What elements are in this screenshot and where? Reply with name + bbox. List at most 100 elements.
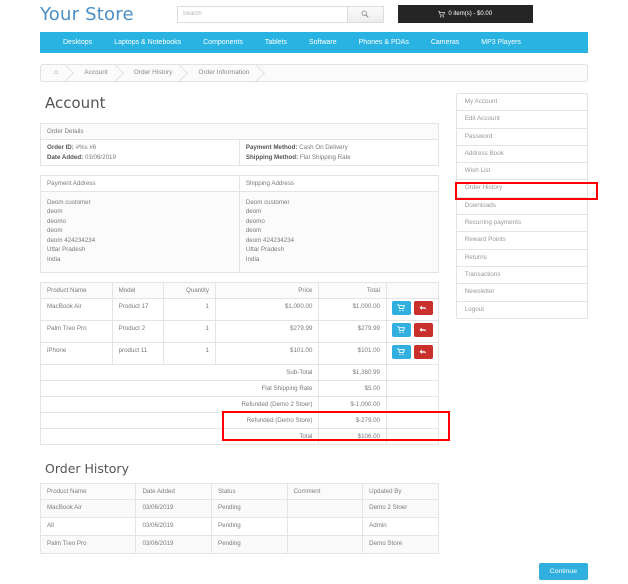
sidebar-item-label[interactable]: Edit Account bbox=[457, 111, 587, 127]
reorder-button[interactable] bbox=[391, 322, 411, 337]
sidebar-item-label[interactable]: Wish List bbox=[457, 163, 587, 179]
total-value: $-279.00 bbox=[318, 411, 387, 429]
shipping-address-line: deom bbox=[245, 227, 262, 235]
breadcrumb-home[interactable]: ⌂ bbox=[41, 64, 71, 82]
order-history-header-row: Product Name Date Added Status Comment U… bbox=[39, 482, 439, 500]
nav-item-tablets[interactable]: Tablets bbox=[254, 32, 298, 53]
reorder-button[interactable] bbox=[391, 344, 411, 359]
sidebar-item-logout[interactable]: Logout bbox=[456, 302, 587, 319]
search-input[interactable] bbox=[176, 5, 347, 23]
sidebar-item-returns[interactable]: Returns bbox=[456, 250, 587, 267]
col-hist-updated-by: Updated By bbox=[362, 482, 439, 500]
payment-address-line: deom bbox=[47, 227, 63, 235]
sidebar-item-label[interactable]: Logout bbox=[457, 302, 587, 318]
sidebar-item-password[interactable]: Password bbox=[456, 129, 587, 146]
total-label: Sub-Total bbox=[215, 363, 320, 381]
page-body: Account Order Details Order ID: #%s #6 D… bbox=[39, 82, 598, 554]
total-label: Flat Shipping Rate bbox=[215, 379, 320, 397]
total-label: Refunded (Demo Store) bbox=[215, 411, 320, 429]
col-actions bbox=[386, 281, 439, 299]
shipping-method-value: Flat Shipping Rate bbox=[299, 154, 351, 161]
sidebar-item-downloads[interactable]: Downloads bbox=[456, 198, 587, 216]
reorder-button[interactable] bbox=[391, 300, 411, 315]
return-button[interactable] bbox=[413, 300, 433, 315]
product-actions-cell bbox=[386, 297, 439, 321]
sidebar-item-label[interactable]: Transactions bbox=[457, 267, 587, 283]
shipping-address-line: India bbox=[245, 255, 260, 263]
sidebar-item-label[interactable]: Address Book bbox=[457, 146, 587, 162]
nav-item-laptops-notebooks[interactable]: Laptops & Notebooks bbox=[103, 32, 192, 53]
sidebar-item-label[interactable]: Reward Points bbox=[457, 232, 587, 248]
page-title: Account bbox=[45, 94, 106, 112]
continue-button[interactable]: Continue bbox=[538, 562, 588, 580]
products-table: Product Name Model Quantity Price Total … bbox=[40, 281, 439, 445]
return-button[interactable] bbox=[413, 344, 433, 359]
totals-row-total: Total $106.00 bbox=[40, 427, 439, 445]
sidebar-item-reward-points[interactable]: Reward Points bbox=[456, 232, 587, 250]
cart-icon bbox=[397, 348, 406, 356]
payment-address-line: deom bbox=[47, 208, 63, 216]
col-quantity: Quantity bbox=[163, 281, 216, 299]
product-price-cell: $279.99 bbox=[214, 319, 320, 343]
hist-date-cell: 03/06/2019 bbox=[135, 498, 212, 518]
sidebar-item-wish-list[interactable]: Wish List bbox=[456, 163, 587, 181]
hist-updated-by-cell: Demo Store bbox=[362, 534, 439, 554]
payment-method-label: Payment Method: bbox=[245, 144, 298, 151]
site-header: Your Store 0 item(s) - $0.00 bbox=[0, 0, 628, 28]
order-details-body-row: Order ID: #%s #6 Date Added: 03/06/2019 … bbox=[40, 139, 439, 166]
sidebar-item-label[interactable]: Newsletter bbox=[457, 284, 587, 300]
totals-row-refund-demo-2-stoer: Refunded (Demo 2 Stoer) $-1,000.00 bbox=[40, 395, 439, 413]
product-model-cell: Product 17 bbox=[111, 297, 165, 321]
order-id-label: Order ID: bbox=[47, 144, 74, 151]
sidebar-item-label[interactable]: Order History bbox=[457, 180, 587, 196]
sidebar-item-newsletter[interactable]: Newsletter bbox=[456, 284, 587, 302]
sidebar-item-address-book[interactable]: Address Book bbox=[456, 146, 587, 164]
products-header-row: Product Name Model Quantity Price Total bbox=[40, 281, 439, 299]
sidebar-item-order-history[interactable]: Order History bbox=[456, 180, 587, 198]
col-product-name: Product Name bbox=[40, 281, 113, 299]
nav-item-phones-pdas[interactable]: Phones & PDAs bbox=[348, 32, 420, 53]
return-arrow-icon bbox=[419, 349, 427, 354]
payment-address-line: Deom customer bbox=[47, 199, 91, 206]
table-row: MacBook Air 03/06/2019 Pending Demo 2 St… bbox=[39, 498, 439, 518]
breadcrumb-account[interactable]: Account bbox=[71, 64, 121, 82]
sidebar-item-label[interactable]: Recurring payments bbox=[457, 215, 587, 231]
shipping-method-label: Shipping Method: bbox=[245, 154, 299, 161]
date-added-label: Date Added: bbox=[47, 154, 84, 161]
total-label: Refunded (Demo 2 Stoer) bbox=[215, 395, 320, 413]
order-id-value: #%s #6 bbox=[75, 144, 97, 151]
sidebar-item-label[interactable]: Returns bbox=[457, 250, 587, 266]
breadcrumb-order-history[interactable]: Order History bbox=[121, 64, 186, 82]
store-logo[interactable]: Your Store bbox=[40, 4, 134, 25]
sidebar-item-label[interactable]: Password bbox=[457, 129, 587, 145]
nav-item-desktops[interactable]: Desktops bbox=[52, 32, 103, 53]
payment-address-line: deom 424234234 bbox=[47, 236, 96, 244]
sidebar-item-label[interactable]: My Account bbox=[457, 94, 587, 110]
sidebar-item-my-account[interactable]: My Account bbox=[456, 94, 587, 112]
nav-item-mp3-players[interactable]: MP3 Players bbox=[470, 32, 532, 53]
return-button[interactable] bbox=[413, 322, 433, 337]
breadcrumb: ⌂ Account Order History Order Informatio… bbox=[40, 64, 588, 82]
cart-button[interactable]: 0 item(s) - $0.00 bbox=[397, 5, 533, 23]
nav-item-components[interactable]: Components bbox=[192, 32, 254, 53]
date-added-value: 03/06/2019 bbox=[84, 154, 116, 161]
sidebar-item-label[interactable]: Downloads bbox=[457, 198, 587, 214]
nav-item-software[interactable]: Software bbox=[298, 32, 348, 53]
cart-icon bbox=[438, 10, 446, 17]
total-value: $1,380.99 bbox=[318, 363, 387, 381]
col-hist-comment: Comment bbox=[286, 482, 364, 500]
sidebar-item-recurring-payments[interactable]: Recurring payments bbox=[456, 215, 587, 233]
sidebar-item-edit-account[interactable]: Edit Account bbox=[456, 111, 587, 129]
product-name-cell: iPhone bbox=[40, 341, 113, 365]
sidebar-item-transactions[interactable]: Transactions bbox=[456, 267, 587, 285]
total-value: $-1,000.00 bbox=[318, 395, 387, 413]
nav-item-cameras[interactable]: Cameras bbox=[420, 32, 470, 53]
payment-address-line: India bbox=[47, 255, 61, 263]
order-details-right: Payment Method: Cash On Delivery Shippin… bbox=[238, 139, 439, 166]
cart-icon bbox=[397, 326, 406, 334]
breadcrumb-order-information[interactable]: Order Information bbox=[185, 64, 262, 82]
product-price-cell: $101.00 bbox=[214, 341, 320, 365]
totals-row-refund-demo-store: Refunded (Demo Store) $-279.00 bbox=[40, 411, 439, 429]
search-button[interactable] bbox=[346, 5, 384, 23]
product-actions-cell bbox=[386, 341, 439, 365]
